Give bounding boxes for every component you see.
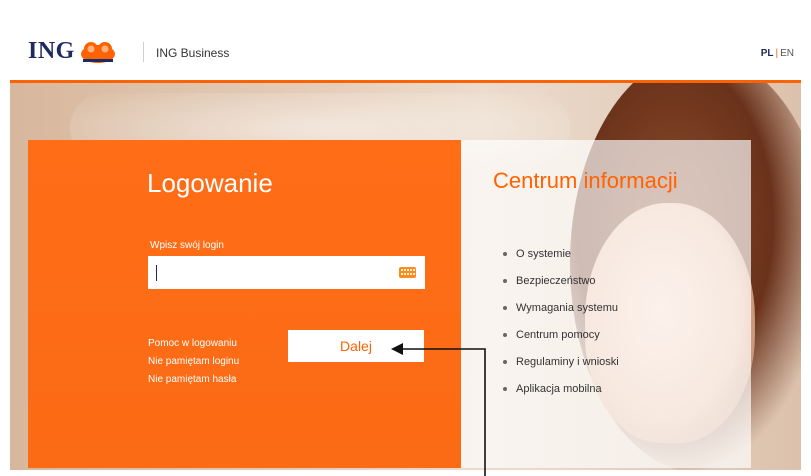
- keyboard-icon[interactable]: [399, 267, 416, 278]
- page: ING ING Business PL | EN Logowanie Wpisz s…: [10, 10, 801, 470]
- info-item-mobile-app[interactable]: Aplikacja mobilna: [503, 375, 619, 402]
- login-panel: Logowanie Wpisz swój login Pomoc w logow…: [28, 140, 461, 468]
- lang-en[interactable]: EN: [780, 48, 794, 59]
- product-name: ING Business: [156, 46, 230, 60]
- bullet-icon: [503, 278, 507, 283]
- info-item-label: Wymagania systemu: [516, 301, 618, 314]
- header: ING ING Business PL | EN: [10, 10, 801, 83]
- next-button[interactable]: Dalej: [288, 330, 424, 362]
- bullet-icon: [503, 305, 507, 310]
- help-login-link[interactable]: Pomoc w logowaniu: [148, 338, 237, 349]
- bullet-icon: [503, 332, 507, 337]
- info-item-regulations[interactable]: Regulaminy i wnioski: [503, 348, 619, 375]
- logo-text: ING: [28, 38, 75, 64]
- login-title: Logowanie: [147, 168, 273, 198]
- bullet-icon: [503, 251, 507, 256]
- bullet-icon: [503, 386, 507, 391]
- lang-separator: |: [775, 48, 779, 59]
- forgot-password-link[interactable]: Nie pamiętam hasła: [148, 374, 236, 385]
- info-item-label: Bezpieczeństwo: [516, 274, 596, 287]
- login-input[interactable]: [148, 256, 425, 289]
- info-list: O systemie Bezpieczeństwo Wymagania syst…: [503, 240, 619, 402]
- forgot-login-link[interactable]: Nie pamiętam loginu: [148, 356, 239, 367]
- info-item-label: Centrum pomocy: [516, 328, 600, 341]
- info-item-help-center[interactable]: Centrum pomocy: [503, 321, 619, 348]
- lion-logo-icon: [80, 41, 115, 63]
- login-label: Wpisz swój login: [150, 240, 224, 251]
- info-item-requirements[interactable]: Wymagania systemu: [503, 294, 619, 321]
- bullet-icon: [503, 359, 507, 364]
- hero-background: Logowanie Wpisz swój login Pomoc w logow…: [10, 83, 801, 470]
- info-item-label: Regulaminy i wnioski: [516, 355, 619, 368]
- info-title: Centrum informacji: [493, 168, 678, 193]
- ing-logo[interactable]: ING: [28, 38, 117, 65]
- info-panel: Centrum informacji O systemie Bezpieczeń…: [461, 140, 751, 468]
- language-switch: PL | EN: [761, 48, 794, 59]
- info-item-label: O systemie: [516, 247, 572, 260]
- info-item-system[interactable]: O systemie: [503, 240, 619, 267]
- lang-pl[interactable]: PL: [761, 48, 774, 59]
- info-item-security[interactable]: Bezpieczeństwo: [503, 267, 619, 294]
- text-caret: [156, 265, 157, 281]
- info-item-label: Aplikacja mobilna: [516, 382, 602, 395]
- header-divider: [143, 42, 144, 62]
